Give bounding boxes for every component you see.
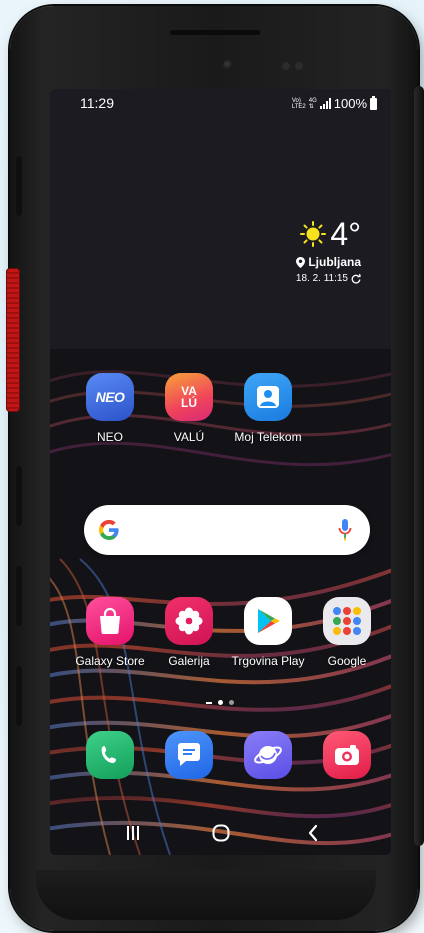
network-type: 4G ⇅ [309,98,317,110]
dock-internet[interactable] [226,731,310,779]
weather-location: Ljubljana [231,255,361,269]
product-photo: 11:29 Vo) LTE2 4G ⇅ 100% 4° Ljubljana 18… [0,0,424,933]
front-camera [223,60,233,70]
app-galerija[interactable]: Galerija [147,597,231,668]
planet-glyph [254,746,282,764]
planet-icon [244,731,292,779]
side-grip [16,666,22,726]
navigation-bar [50,811,391,855]
flower-icon [165,597,213,645]
play-triangle-icon [244,597,292,645]
phone-chin [36,870,376,920]
neo-icon: NEO [86,373,134,421]
weather-widget[interactable]: 4° Ljubljana 18. 2. 11:15 [231,217,361,284]
side-grip [16,156,22,216]
page-indicator[interactable] [206,700,234,705]
side-grip [16,566,22,626]
light-sensor [295,62,303,70]
camera-glyph [335,745,359,765]
earpiece [170,30,260,35]
app-label: VALÚ [173,430,205,444]
status-time: 11:29 [80,95,114,111]
chat-glyph [178,743,200,766]
google-g-icon [98,519,119,540]
google-search-bar[interactable] [84,505,370,555]
home-icon[interactable] [211,823,231,843]
app-valu[interactable]: VA LÚ VALÚ [147,373,231,444]
home-page-marker [206,701,212,704]
app-galaxy-store[interactable]: Galaxy Store [68,597,152,668]
app-label: NEO [96,430,123,444]
refresh-icon[interactable] [351,273,361,284]
message-icon [165,731,213,779]
volte-indicator: Vo) LTE2 [292,98,306,110]
app-label: Galaxy Store [75,654,145,668]
page-dot [229,700,234,705]
dock-phone[interactable] [68,731,152,779]
volte-bottom: LTE2 [291,103,306,110]
weather-row: 4° [231,217,361,251]
valu-icon-text-bottom: LÚ [181,396,197,410]
dock-camera[interactable] [305,731,389,779]
handset-glyph [101,746,116,763]
status-icons: Vo) LTE2 4G ⇅ 100% [292,95,377,111]
weather-updated: 18. 2. 11:15 [231,273,361,284]
app-label: Google [327,654,367,668]
play-glyph [258,609,280,633]
app-label: Galerija [168,654,210,668]
dock-messages[interactable] [147,731,231,779]
app-moj-telekom[interactable]: Moj Telekom [226,373,310,444]
battery-percent: 100% [333,96,367,111]
temperature: 4° [330,216,361,252]
back-icon[interactable] [307,824,319,842]
microphone-icon[interactable] [338,518,352,542]
google-folder-icon [323,597,371,645]
flower-glyph [175,607,203,635]
bag-glyph [100,607,120,634]
home-screen: 11:29 Vo) LTE2 4G ⇅ 100% 4° Ljubljana 18… [50,89,391,855]
valu-icon-text: VA LÚ [181,385,197,409]
user-icon [244,373,292,421]
app-label: Trgovina Play [231,654,305,668]
signal-icon [319,98,331,109]
phone-icon [86,731,134,779]
app-label: Moj Telekom [234,430,302,444]
neo-icon-text: NEO [95,389,125,405]
data-arrows-icon: ⇅ [308,103,314,110]
side-grip [16,466,22,526]
location-pin-icon [296,256,306,268]
valu-icon: VA LÚ [165,373,213,421]
app-neo[interactable]: NEO NEO [68,373,152,444]
proximity-sensor [282,62,290,70]
sun-icon [300,221,327,247]
phone-right-edge [414,86,424,846]
page-dot-active [218,700,223,705]
user-glyph [257,386,279,408]
app-google-folder[interactable]: Google [305,597,389,668]
folder-grid-glyph [333,607,361,635]
recents-icon[interactable] [125,825,141,841]
red-side-key[interactable] [6,268,20,412]
battery-icon [370,95,377,110]
shopping-bag-icon [86,597,134,645]
camera-icon [323,731,371,779]
location-name: Ljubljana [308,255,361,269]
app-trgovina-play[interactable]: Trgovina Play [226,597,310,668]
updated-time: 18. 2. 11:15 [295,273,348,284]
